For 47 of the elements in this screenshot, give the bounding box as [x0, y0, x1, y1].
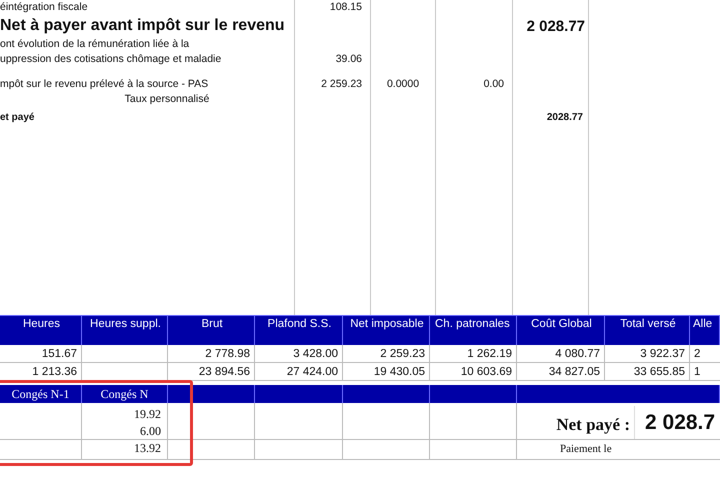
- column-header: Alle: [690, 315, 720, 345]
- table-cell: 1 213.36: [0, 363, 82, 381]
- table-cell-text: 13.92: [133, 440, 161, 457]
- table-cell-text: 6.00: [139, 423, 161, 440]
- column-header: Total versé: [605, 315, 690, 345]
- line-label: et payé: [0, 111, 36, 125]
- line-label: mpôt sur le revenu prélevé à la source - PAS: [0, 77, 210, 92]
- table-cell: 34 827.05: [517, 363, 605, 381]
- amount: 39.06: [336, 52, 362, 67]
- table-cell: 1: [690, 363, 720, 381]
- column-header: Plafond S.S.: [255, 315, 343, 345]
- column-header: Ch. patronales: [430, 315, 517, 345]
- line-label: Net à payer avant impôt sur le revenu: [0, 16, 286, 36]
- amount: 0.00: [484, 77, 504, 92]
- table-cell: 19 430.05: [343, 363, 430, 381]
- column-header: Brut: [168, 315, 255, 345]
- line-label: éintégration fiscale: [0, 0, 89, 15]
- table-cell-text: 19.92: [133, 406, 161, 423]
- line-label: uppression des cotisations chômage et maladie: [0, 52, 222, 67]
- table-cell: 33 655.85: [605, 363, 690, 381]
- table-cell: 4 080.77: [517, 345, 605, 363]
- amount: 108.15: [330, 0, 362, 15]
- table-cell: 2 259.23: [343, 345, 430, 363]
- column-header: Congés N: [82, 385, 168, 403]
- amount: 2 259.23: [321, 77, 362, 92]
- table-cell: 3 922.37: [605, 345, 690, 363]
- table-cell: 2: [690, 345, 720, 363]
- table-cell: 10 603.69: [430, 363, 517, 381]
- table-cell: 1 262.19: [430, 345, 517, 363]
- column-header: Coût Global: [517, 315, 605, 345]
- amount: 2 028.77: [526, 18, 585, 34]
- payment-label: Paiement le: [560, 443, 612, 455]
- line-label: Taux personnalisé: [124, 92, 210, 107]
- table-cell: 2 778.98: [168, 345, 255, 363]
- table-cell: 27 424.00: [255, 363, 343, 381]
- table-cell: 151.67: [0, 345, 82, 363]
- table-cell: 3 428.00: [255, 345, 343, 363]
- column-header: Heures suppl.: [82, 315, 168, 345]
- column-header: Heures: [0, 315, 82, 345]
- table-cell: 23 894.56: [168, 363, 255, 381]
- net-pay-label: Net payé :: [517, 406, 635, 439]
- line-label: ont évolution de la rémunération liée à la: [0, 37, 190, 52]
- column-header: Net imposable: [343, 315, 430, 345]
- amount: 2028.77: [546, 111, 583, 125]
- amount: 0.0000: [386, 77, 420, 92]
- net-pay-amount: 2 028.7: [644, 410, 716, 434]
- column-header: Congés N-1: [0, 385, 82, 403]
